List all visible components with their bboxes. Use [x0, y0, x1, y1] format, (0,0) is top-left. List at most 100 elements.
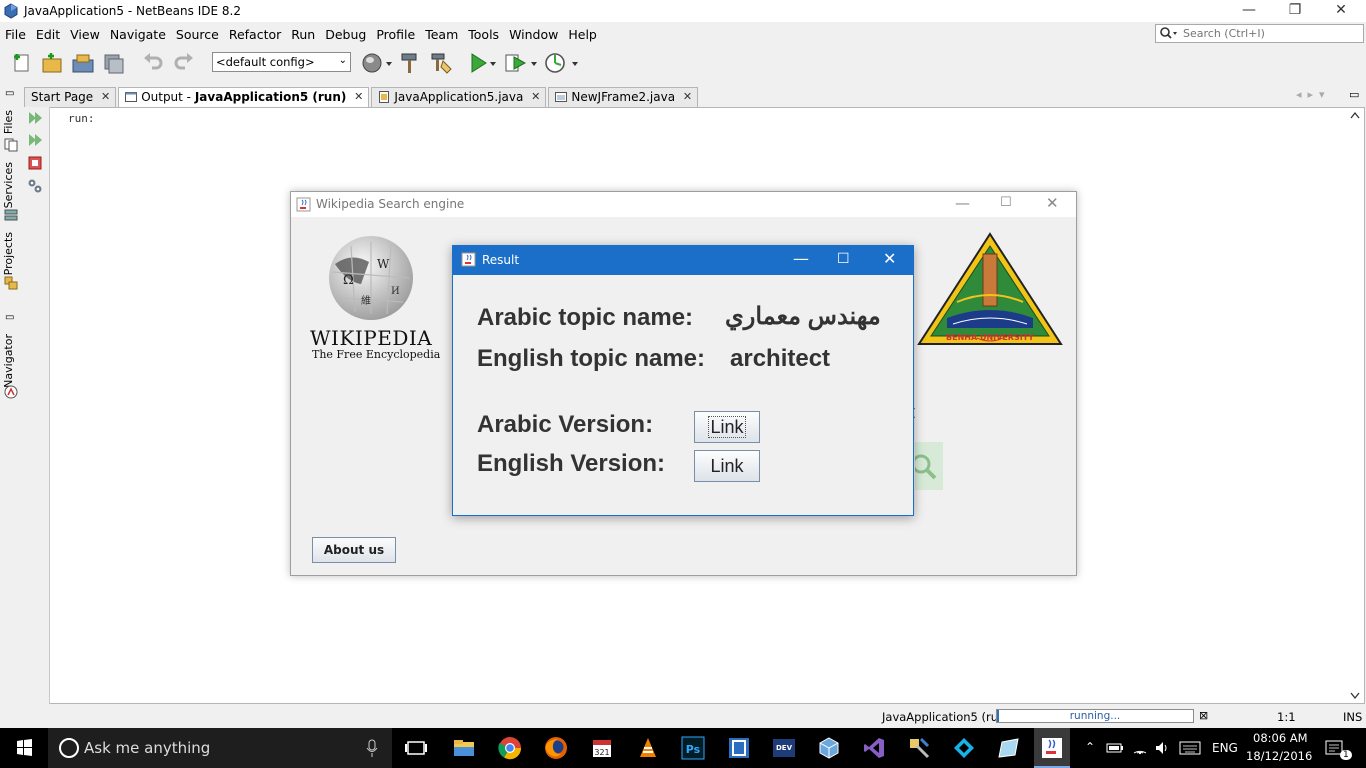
menu-team[interactable]: Team: [420, 24, 463, 46]
cancel-process-icon[interactable]: ⊠: [1199, 709, 1208, 722]
tab-newjframe2-java[interactable]: NewJFrame2.java ✕: [548, 87, 699, 107]
menu-edit[interactable]: Edit: [31, 24, 65, 46]
chevron-down-icon[interactable]: [529, 51, 539, 75]
save-all-icon[interactable]: [102, 51, 126, 75]
tools-icon[interactable]: [907, 736, 931, 760]
wifi-icon[interactable]: [1132, 740, 1148, 756]
ide-search-input[interactable]: [1183, 26, 1358, 41]
show-hidden-icons-chevron-icon[interactable]: ⌃: [1085, 740, 1095, 754]
close-button[interactable]: ✕: [1318, 0, 1364, 22]
photoshop-icon[interactable]: Ps: [681, 736, 705, 760]
side-tab-services[interactable]: Services: [2, 162, 15, 208]
clean-build-icon[interactable]: [429, 51, 453, 75]
build-hammer-icon[interactable]: [398, 51, 422, 75]
vlc-icon[interactable]: [636, 736, 660, 760]
maximize-button[interactable]: ☐: [1000, 195, 1012, 210]
app-window-icon[interactable]: [727, 736, 751, 760]
menu-profile[interactable]: Profile: [371, 24, 420, 46]
cortana-icon: [59, 738, 79, 758]
config-select[interactable]: <default config> ⌄: [212, 52, 351, 72]
microphone-icon[interactable]: [366, 738, 378, 758]
debug-project-icon[interactable]: [503, 51, 527, 75]
menu-debug[interactable]: Debug: [320, 24, 371, 46]
new-file-icon[interactable]: [10, 51, 34, 75]
clock-time[interactable]: 08:06 AM: [1253, 731, 1308, 745]
close-icon[interactable]: ✕: [354, 90, 363, 103]
clock-date[interactable]: 18/12/2016: [1246, 749, 1312, 763]
minimize-button[interactable]: —: [955, 194, 970, 212]
new-project-icon[interactable]: [40, 51, 64, 75]
open-project-icon[interactable]: [71, 51, 95, 75]
chrome-icon[interactable]: [498, 736, 522, 760]
virtualbox-icon[interactable]: [817, 736, 841, 760]
side-tab-files[interactable]: Files: [2, 110, 15, 134]
svg-text:321: 321: [594, 748, 609, 757]
restore-button[interactable]: ❐: [1272, 0, 1318, 22]
english-link-button[interactable]: Link: [694, 450, 760, 482]
firefox-icon[interactable]: [544, 736, 568, 760]
calendar-app-icon[interactable]: 321: [590, 736, 614, 760]
language-indicator[interactable]: ENG: [1212, 741, 1238, 755]
tab-output[interactable]: Output - JavaApplication5 (run) ✕: [118, 87, 370, 107]
menu-tools[interactable]: Tools: [463, 24, 504, 46]
maximize-button[interactable]: ☐: [837, 251, 850, 267]
profile-project-icon[interactable]: [543, 51, 567, 75]
volume-icon[interactable]: [1154, 740, 1170, 756]
cortana-search-box[interactable]: Ask me anything: [48, 728, 392, 768]
menu-file[interactable]: File: [0, 24, 31, 46]
restore-window-group-icon[interactable]: ▭: [5, 88, 14, 99]
remote-desktop-icon[interactable]: [997, 736, 1021, 760]
file-explorer-icon[interactable]: [452, 736, 476, 760]
menu-refactor[interactable]: Refactor: [224, 24, 286, 46]
keyboard-icon[interactable]: [1179, 741, 1201, 755]
tab-start-page[interactable]: Start Page ✕: [24, 87, 117, 107]
chevron-down-icon[interactable]: [384, 51, 394, 75]
arabic-link-button[interactable]: Link: [694, 411, 760, 443]
side-tab-navigator[interactable]: Navigator: [2, 334, 15, 388]
svg-text:Ω: Ω: [343, 273, 354, 288]
chevron-down-icon[interactable]: [488, 51, 498, 75]
tab-scroll-arrows[interactable]: ◂▸▾: [1296, 88, 1331, 101]
search-button-partial[interactable]: [911, 442, 943, 490]
tab-javaapplication5-java[interactable]: JavaApplication5.java ✕: [371, 87, 547, 107]
settings-gear-icon[interactable]: [27, 178, 43, 194]
visual-studio-icon[interactable]: [862, 736, 886, 760]
menu-navigate[interactable]: Navigate: [105, 24, 171, 46]
chevron-down-icon[interactable]: [570, 51, 580, 75]
menu-help[interactable]: Help: [563, 24, 602, 46]
run-project-icon[interactable]: [466, 51, 490, 75]
battery-icon[interactable]: [1106, 741, 1124, 755]
task-view-icon[interactable]: [404, 736, 428, 760]
vertical-scrollbar[interactable]: [1346, 108, 1364, 703]
restore-window-group-icon[interactable]: ▭: [5, 312, 14, 323]
ide-search-box[interactable]: [1155, 24, 1364, 43]
rerun-icon[interactable]: [27, 110, 45, 126]
menu-window[interactable]: Window: [504, 24, 563, 46]
windows-start-icon[interactable]: [0, 728, 48, 768]
undo-icon[interactable]: [141, 51, 165, 75]
close-icon[interactable]: ✕: [101, 90, 110, 103]
java-cup-icon: [1042, 738, 1062, 758]
side-tab-projects[interactable]: Projects: [2, 232, 15, 275]
close-button[interactable]: ✕: [1046, 194, 1059, 212]
taskbar-active-app[interactable]: [1034, 728, 1070, 768]
minimize-button[interactable]: —: [793, 249, 809, 268]
arabic-version-label: Arabic Version:: [477, 411, 654, 438]
menu-source[interactable]: Source: [171, 24, 224, 46]
close-button[interactable]: ✕: [883, 249, 896, 268]
about-us-button[interactable]: About us: [312, 537, 396, 563]
menu-view[interactable]: View: [65, 24, 105, 46]
browser-globe-icon[interactable]: [360, 51, 384, 75]
menu-run[interactable]: Run: [286, 24, 320, 46]
wikipedia-globe-logo: Ω W 維 И: [329, 236, 413, 320]
kodi-icon[interactable]: [952, 736, 976, 760]
close-icon[interactable]: ✕: [683, 90, 692, 103]
rerun-with-options-icon[interactable]: [27, 132, 45, 148]
maximize-window-icon[interactable]: ▭: [1349, 88, 1359, 101]
redo-icon[interactable]: [172, 51, 196, 75]
minimize-button[interactable]: —: [1226, 0, 1272, 22]
close-icon[interactable]: ✕: [531, 90, 540, 103]
dev-cpp-icon[interactable]: DEV: [772, 736, 796, 760]
english-version-label: English Version:: [477, 450, 666, 477]
stop-icon[interactable]: [28, 156, 42, 170]
